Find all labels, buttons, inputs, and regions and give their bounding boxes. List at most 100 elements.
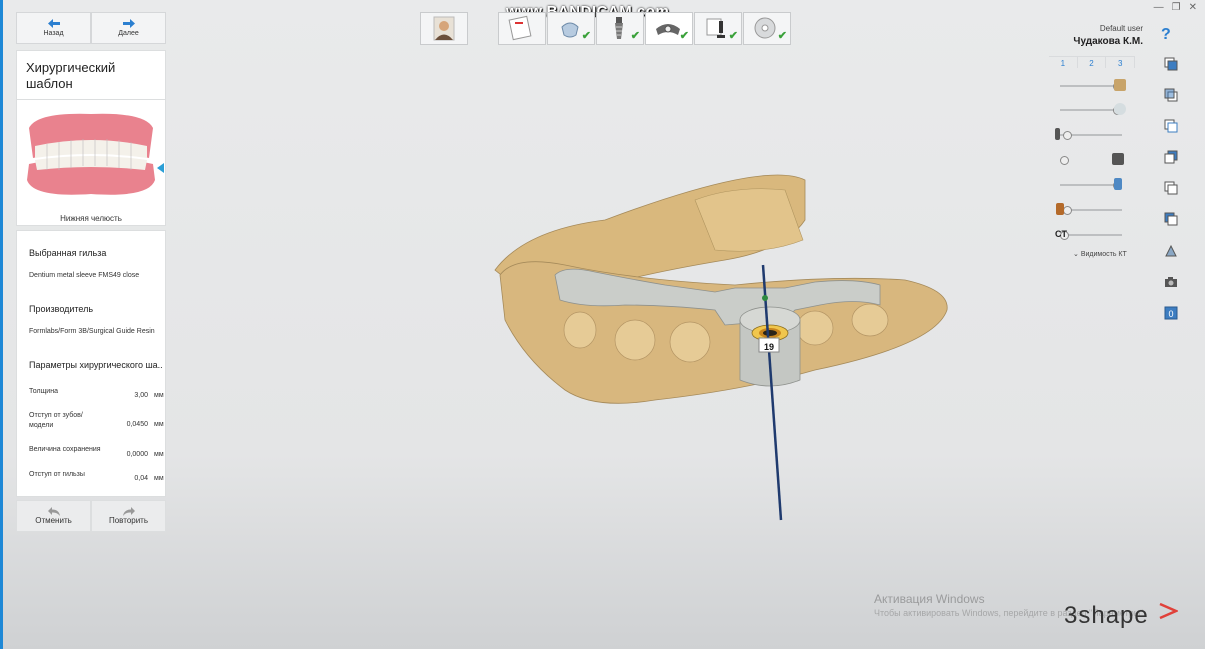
param-label: Отступ от гильзы [29, 471, 85, 478]
slider-knob[interactable] [1060, 156, 1069, 165]
step-scan-models[interactable]: ✔ [547, 12, 595, 45]
view-tabs: 1 2 3 [1049, 56, 1136, 68]
patient-button[interactable] [420, 12, 468, 45]
model-viewport[interactable] [485, 160, 1005, 530]
jaw-thumbnail[interactable] [17, 106, 165, 216]
view-top-button[interactable] [1160, 177, 1182, 199]
view-left-button[interactable] [1160, 115, 1182, 137]
logo-text: 3shape [1064, 602, 1149, 629]
step-implant-plan[interactable]: ✔ [596, 12, 644, 45]
undo-icon [47, 507, 60, 516]
step-drill-protocol[interactable]: ✔ [694, 12, 742, 45]
minimize-icon[interactable]: — [1154, 2, 1164, 13]
cube-view-icon [1164, 212, 1178, 226]
patient-photo-icon [433, 16, 455, 41]
model-icon [1114, 79, 1126, 91]
param-label: Величина сохранения [29, 446, 101, 453]
slider-knob[interactable] [1062, 206, 1072, 215]
sleeve-icon [1112, 153, 1124, 165]
ct-label: CT [1055, 229, 1067, 239]
arrow-right-icon [122, 19, 135, 28]
sleeve-title: Выбранная гильза [29, 248, 107, 258]
user-name: Чудакова К.М. [1073, 36, 1143, 47]
step-title: Хирургический шаблон [26, 60, 116, 91]
visibility-slider[interactable] [1060, 103, 1126, 115]
view-back-button[interactable] [1160, 84, 1182, 106]
back-button[interactable]: Назад [16, 12, 91, 44]
manufacturer-title: Производитель [29, 304, 94, 314]
implant-small-icon [1055, 128, 1060, 140]
svg-text:0: 0 [1169, 309, 1174, 319]
visibility-slider[interactable] [1055, 128, 1122, 140]
close-icon[interactable]: ✕ [1189, 2, 1197, 13]
param-label: Толщина [29, 388, 58, 395]
ct-visibility-toggle[interactable]: ⌄ Видимость КТ [1073, 250, 1127, 258]
view-bottom-button[interactable] [1160, 208, 1182, 230]
screenshot-button[interactable] [1160, 271, 1182, 293]
clip-plane-button[interactable] [1160, 240, 1182, 262]
step-title-card: Хирургический шаблон [16, 50, 166, 100]
param-value[interactable]: 0,0450 [108, 421, 148, 428]
param-label: Отступ от зубов/ модели [29, 412, 83, 429]
logo-triangle-icon [1159, 602, 1180, 620]
check-icon: ✔ [630, 30, 640, 42]
visibility-slider[interactable] [1060, 153, 1124, 165]
param-unit: мм [154, 392, 164, 399]
maximize-icon[interactable]: ❐ [1172, 2, 1181, 13]
view-right-button[interactable] [1160, 146, 1182, 168]
visibility-slider[interactable] [1056, 203, 1122, 215]
param-unit: мм [154, 451, 164, 458]
visibility-slider[interactable] [1060, 79, 1126, 91]
guide-small-icon [1056, 203, 1064, 215]
sleeve-value[interactable]: Dentium metal sleeve FMS49 close [29, 272, 139, 279]
implant-number-label: 19 [763, 342, 774, 352]
jaw-caption: Нижняя челюсть [60, 214, 122, 223]
undo-label: Отменить [35, 516, 72, 525]
camera-icon [1165, 277, 1177, 287]
visibility-slider[interactable] [1060, 178, 1123, 190]
undo-redo-bar: Отменить Повторить [16, 500, 166, 532]
step-export[interactable]: ✔ [743, 12, 791, 45]
redo-button[interactable]: Повторить [91, 500, 166, 532]
help-button[interactable]: ? [1161, 26, 1171, 44]
undo-button[interactable]: Отменить [16, 500, 91, 532]
param-value[interactable]: 0,0000 [108, 451, 148, 458]
view-tab-1[interactable]: 1 [1049, 57, 1078, 68]
brand-logo: 3shape [1064, 602, 1180, 630]
antagonist-icon [1114, 103, 1126, 115]
param-unit: мм [154, 421, 164, 428]
cube-view-icon [1164, 150, 1178, 164]
params-title[interactable]: Параметры хирургического ша... [29, 360, 162, 370]
view-tab-2[interactable]: 2 [1078, 57, 1107, 68]
next-label: Далее [118, 30, 139, 37]
jaw-selector[interactable]: Нижняя челюсть [16, 99, 166, 226]
cube-view-icon [1164, 119, 1178, 133]
step-surgical-guide[interactable]: ✔ [645, 12, 693, 45]
check-icon: ✔ [728, 30, 738, 42]
chevron-down-icon: ⌄ [1073, 251, 1079, 258]
step-order-form[interactable] [498, 12, 546, 45]
cube-view-icon [1164, 181, 1178, 195]
param-unit: мм [154, 475, 164, 482]
measure-button[interactable]: 0 [1160, 302, 1182, 324]
redo-icon [122, 507, 135, 516]
window-controls[interactable]: — ❐ ✕ [1154, 2, 1197, 13]
drill-small-icon [1114, 178, 1122, 190]
slider-knob[interactable] [1062, 131, 1072, 140]
guide-info-panel: Выбранная гильза Dentium metal sleeve FM… [16, 230, 166, 497]
param-value[interactable]: 0,04 [108, 475, 148, 482]
param-value[interactable]: 3,00 [108, 392, 148, 399]
ct-visibility-label: Видимость КТ [1080, 251, 1127, 258]
ct-slider[interactable] [1060, 231, 1122, 240]
view-tab-3[interactable]: 3 [1106, 57, 1136, 68]
manufacturer-value[interactable]: Formlabs/Form 3B/Surgical Guide Resin [29, 328, 155, 335]
cube-view-icon [1164, 88, 1178, 102]
activation-title: Активация Windows [874, 592, 985, 606]
cube-view-icon [1164, 57, 1178, 71]
axis-handle[interactable] [762, 295, 768, 301]
redo-label: Повторить [108, 516, 149, 525]
order-form-icon [508, 15, 532, 41]
view-front-button[interactable] [1160, 53, 1182, 75]
measure-icon: 0 [1164, 306, 1178, 320]
next-button[interactable]: Далее [91, 12, 166, 44]
